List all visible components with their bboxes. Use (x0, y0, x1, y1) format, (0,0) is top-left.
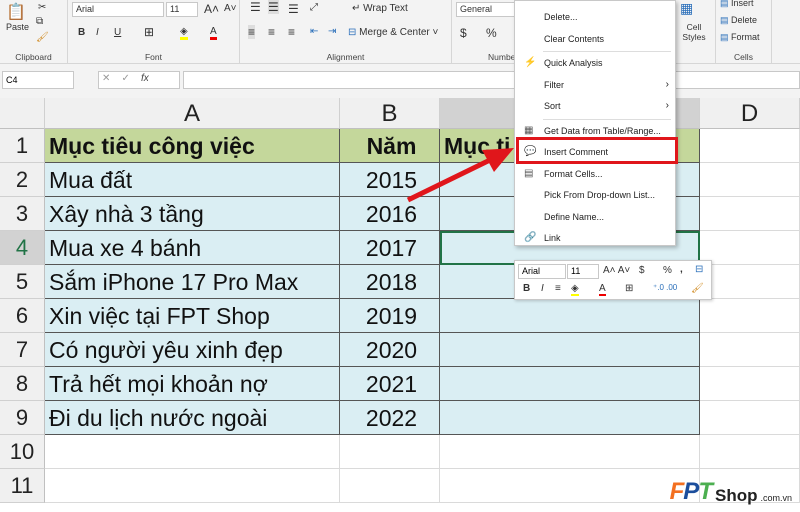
logo-domain: .com.vn (760, 493, 792, 503)
mini-font-color-icon[interactable]: A (599, 283, 606, 296)
menu-item-sort[interactable]: Sort › (515, 96, 675, 116)
menu-item-label: Clear Contents (544, 33, 605, 44)
mini-format-painter-icon[interactable]: 🖌 (691, 283, 704, 294)
menu-item-define-name[interactable]: Define Name... (515, 207, 675, 227)
menu-item-link[interactable]: 🔗 Link (515, 228, 675, 248)
fpt-shop-logo: FPT Shop .com.vn (670, 478, 792, 506)
logo-shop: Shop (714, 486, 758, 505)
menu-item-label: Format Cells... (544, 168, 603, 179)
mini-italic-button[interactable]: I (541, 283, 544, 294)
mini-percent-button[interactable]: % (663, 265, 672, 276)
menu-item-label: Filter (544, 79, 564, 90)
menu-item-label: Delete... (544, 12, 578, 22)
mini-comma-icon[interactable]: , (680, 264, 683, 275)
menu-item-delete[interactable]: Delete... (515, 7, 675, 27)
menu-item-label: Sort (544, 101, 561, 111)
chevron-right-icon: › (665, 78, 669, 90)
mini-decimal-icons[interactable]: ⁺.0 .00 (653, 283, 677, 292)
chevron-right-icon: › (665, 100, 669, 111)
highlight-box (516, 137, 678, 164)
menu-item-filter[interactable]: Filter › (515, 75, 675, 95)
format-cells-icon: ▤ (524, 167, 534, 179)
logo-brand: FPT (669, 478, 713, 505)
menu-item-label: Link (544, 233, 561, 243)
red-arrow-annotation (406, 148, 514, 203)
mini-toolbar: Arial 11 A˄ A˅ $ % , ⊟ B I ≡ ◈ A ⊞ ⁺.0 .… (514, 260, 712, 300)
menu-item-quick-analysis[interactable]: ⚡ Quick Analysis (515, 53, 675, 73)
menu-item-label: Define Name... (544, 211, 605, 222)
mini-font-select[interactable]: Arial (518, 264, 566, 279)
menu-separator (543, 118, 671, 120)
menu-item-label: Quick Analysis (544, 58, 603, 68)
link-icon: 🔗 (524, 232, 537, 243)
mini-borders-icon[interactable]: ⊞ (625, 283, 633, 294)
menu-item-label: Get Data from Table/Range... (544, 125, 661, 136)
menu-item-format-cells[interactable]: ▤ Format Cells... (515, 164, 675, 184)
quick-analysis-icon: ⚡ (524, 57, 537, 68)
context-menu: Delete... Clear Contents ⚡ Quick Analysis Fi… (514, 0, 676, 246)
menu-separator (543, 51, 671, 52)
mini-fill-icon[interactable]: ◈ (571, 283, 579, 296)
mini-center-icon[interactable]: ≡ (555, 283, 561, 294)
mini-bold-button[interactable]: B (523, 283, 530, 294)
menu-item-pick-from-drop-down-list[interactable]: Pick From Drop-down List... (515, 185, 675, 205)
menu-item-clear-contents[interactable]: Clear Contents (515, 29, 675, 49)
mini-currency-button[interactable]: $ (639, 265, 645, 276)
mini-size-select[interactable]: 11 (567, 264, 599, 279)
mini-merge-icon[interactable]: ⊟ (695, 264, 703, 275)
mini-grow-font-icon[interactable]: A˄ A˅ (603, 265, 630, 276)
menu-item-label: Pick From Drop-down List... (544, 190, 656, 200)
